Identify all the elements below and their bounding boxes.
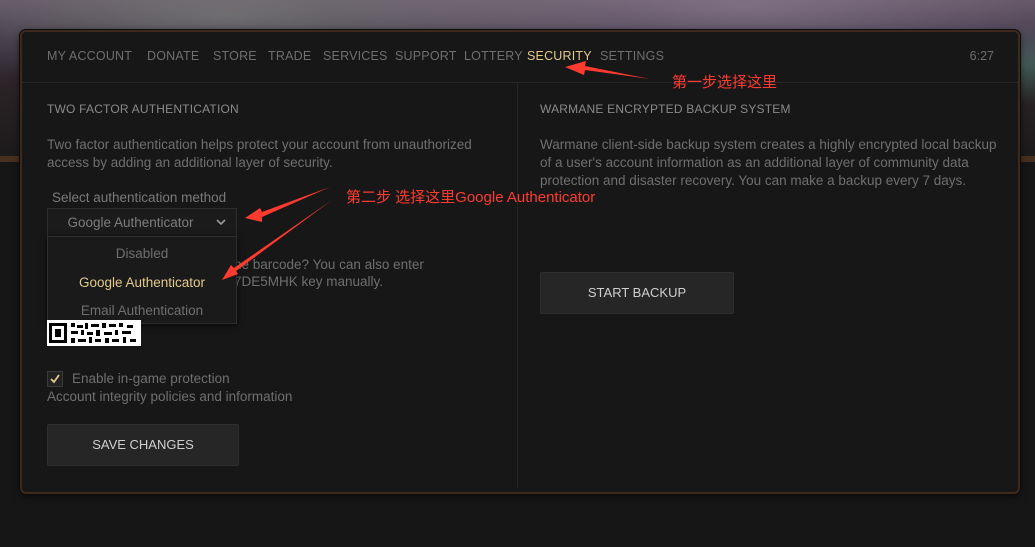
arrow-step2-b bbox=[222, 200, 332, 280]
annotation-step1: 第一步选择这里 bbox=[672, 74, 778, 91]
arrow-step2-a bbox=[245, 187, 330, 222]
annotation-step2: 第二步 选择这里Google Authenticator bbox=[346, 189, 596, 206]
annotation-arrows bbox=[222, 61, 650, 280]
arrow-step1 bbox=[565, 61, 650, 79]
